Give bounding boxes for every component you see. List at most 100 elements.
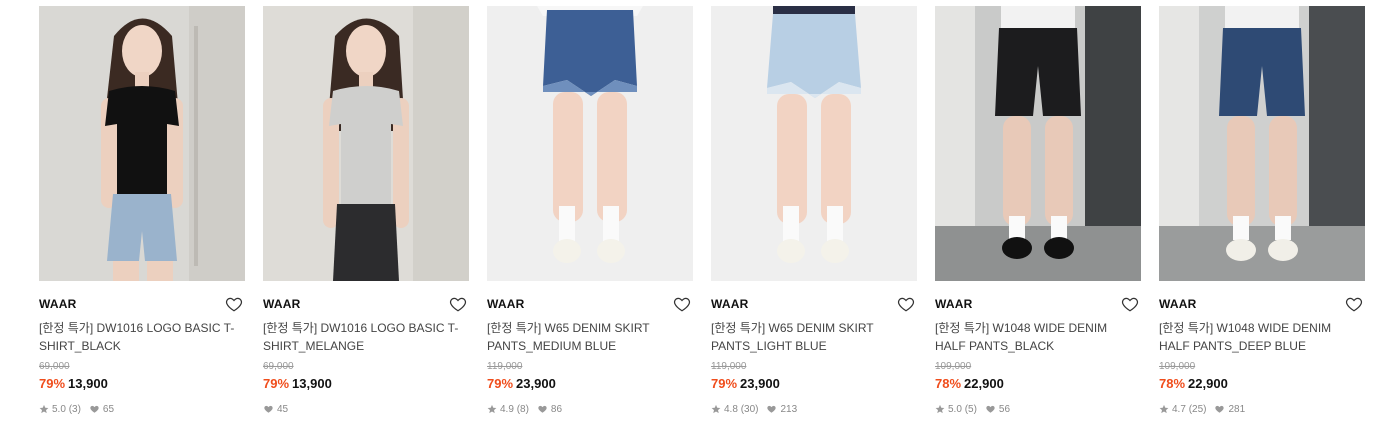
- original-price: 69,000: [263, 361, 294, 372]
- review-count: (30): [740, 403, 759, 415]
- star-icon: [711, 404, 721, 414]
- product-card[interactable]: WAAR [한정 특가] W65 DENIM SKIRT PANTS_MEDIU…: [487, 6, 693, 416]
- original-price: 69,000: [39, 361, 70, 372]
- product-image[interactable]: [263, 6, 469, 281]
- product-stats: 5.0 (3) 65: [39, 402, 245, 416]
- like-count: 65: [102, 403, 115, 415]
- brand-name[interactable]: WAAR: [487, 297, 524, 311]
- product-stats: 45: [263, 402, 469, 416]
- likes: 45: [263, 404, 288, 415]
- original-price: 109,000: [935, 361, 972, 372]
- brand-name[interactable]: WAAR: [1159, 297, 1196, 311]
- rating: 5.0 (5): [935, 404, 977, 415]
- star-icon: [1159, 404, 1169, 414]
- review-count: (25): [1188, 403, 1207, 415]
- sale-price: 22,900: [1188, 376, 1228, 391]
- discount-rate: 79%: [711, 376, 738, 391]
- product-stats: 4.7 (25) 281: [1159, 402, 1365, 416]
- star-icon: [935, 404, 945, 414]
- likes: 86: [537, 404, 562, 415]
- product-title[interactable]: [한정 특가] W1048 WIDE DENIM HALF PANTS_BLAC…: [935, 319, 1141, 355]
- price-line: 79% 13,900: [39, 376, 245, 394]
- product-image[interactable]: [1159, 6, 1365, 281]
- heart-filled-icon: [767, 405, 777, 413]
- sale-price: 13,900: [68, 376, 108, 391]
- rating: 4.7 (25): [1159, 404, 1206, 415]
- product-card[interactable]: WAAR [한정 특가] W65 DENIM SKIRT PANTS_LIGHT…: [711, 6, 917, 416]
- sale-price: 13,900: [292, 376, 332, 391]
- like-count: 86: [550, 403, 563, 415]
- product-stats: 4.8 (30) 213: [711, 402, 917, 416]
- rating: 4.9 (8): [487, 404, 529, 415]
- product-stats: 4.9 (8) 86: [487, 402, 693, 416]
- price-line: 78% 22,900: [935, 376, 1141, 394]
- discount-rate: 79%: [487, 376, 514, 391]
- heart-filled-icon: [264, 405, 273, 413]
- brand-name[interactable]: WAAR: [263, 297, 300, 311]
- like-count: 56: [998, 403, 1011, 415]
- product-image[interactable]: [711, 6, 917, 281]
- review-count: (5): [964, 403, 977, 415]
- heart-filled-icon: [1215, 405, 1225, 413]
- star-icon: [39, 404, 49, 414]
- product-title[interactable]: [한정 특가] W65 DENIM SKIRT PANTS_MEDIUM BLU…: [487, 319, 693, 355]
- price-line: 79% 23,900: [711, 376, 917, 394]
- product-title[interactable]: [한정 특가] DW1016 LOGO BASIC T-SHIRT_BLACK: [39, 319, 245, 355]
- original-price: 109,000: [1159, 361, 1196, 372]
- product-card[interactable]: WAAR [한정 특가] DW1016 LOGO BASIC T-SHIRT_M…: [263, 6, 469, 416]
- price-line: 79% 13,900: [263, 376, 469, 394]
- product-photo: [487, 6, 693, 281]
- product-grid: WAAR [한정 특가] DW1016 LOGO BASIC T-SHIRT_B…: [39, 6, 1365, 416]
- review-count: (8): [516, 403, 529, 415]
- discount-rate: 79%: [39, 376, 66, 391]
- likes: 281: [1214, 404, 1245, 415]
- brand-name[interactable]: WAAR: [935, 297, 972, 311]
- like-count: 281: [1228, 403, 1246, 415]
- rating: 4.8 (30): [711, 404, 758, 415]
- brand-name[interactable]: WAAR: [711, 297, 748, 311]
- heart-icon[interactable]: [1345, 295, 1363, 313]
- product-photo: [711, 6, 917, 281]
- product-photo: [935, 6, 1141, 281]
- discount-rate: 78%: [935, 376, 962, 391]
- discount-rate: 78%: [1159, 376, 1186, 391]
- product-image[interactable]: [935, 6, 1141, 281]
- product-photo: [39, 6, 245, 281]
- sale-price: 22,900: [964, 376, 1004, 391]
- discount-rate: 79%: [263, 376, 290, 391]
- heart-filled-icon: [538, 405, 547, 413]
- heart-icon[interactable]: [449, 295, 467, 313]
- rating-value: 5.0: [52, 403, 66, 415]
- price-line: 79% 23,900: [487, 376, 693, 394]
- price-line: 78% 22,900: [1159, 376, 1365, 394]
- product-title[interactable]: [한정 특가] DW1016 LOGO BASIC T-SHIRT_MELANG…: [263, 319, 469, 355]
- product-title[interactable]: [한정 특가] W65 DENIM SKIRT PANTS_LIGHT BLUE: [711, 319, 917, 355]
- product-photo: [263, 6, 469, 281]
- likes: 65: [89, 404, 114, 415]
- heart-icon[interactable]: [225, 295, 243, 313]
- original-price: 119,000: [487, 361, 523, 372]
- product-card[interactable]: WAAR [한정 특가] W1048 WIDE DENIM HALF PANTS…: [935, 6, 1141, 416]
- review-count: (3): [68, 403, 81, 415]
- rating: 5.0 (3): [39, 404, 81, 415]
- product-title[interactable]: [한정 특가] W1048 WIDE DENIM HALF PANTS_DEEP…: [1159, 319, 1365, 355]
- heart-icon[interactable]: [1121, 295, 1139, 313]
- product-stats: 5.0 (5) 56: [935, 402, 1141, 416]
- original-price: 119,000: [711, 361, 747, 372]
- rating-value: 4.8: [724, 403, 738, 415]
- product-card[interactable]: WAAR [한정 특가] DW1016 LOGO BASIC T-SHIRT_B…: [39, 6, 245, 416]
- heart-icon[interactable]: [673, 295, 691, 313]
- product-image[interactable]: [39, 6, 245, 281]
- like-count: 213: [780, 403, 798, 415]
- sale-price: 23,900: [740, 376, 780, 391]
- product-image[interactable]: [487, 6, 693, 281]
- rating-value: 5.0: [948, 403, 962, 415]
- likes: 56: [985, 404, 1010, 415]
- like-count: 45: [277, 403, 289, 415]
- heart-icon[interactable]: [897, 295, 915, 313]
- brand-name[interactable]: WAAR: [39, 297, 76, 311]
- heart-filled-icon: [986, 405, 995, 413]
- rating-value: 4.7: [1172, 403, 1186, 415]
- likes: 213: [766, 404, 797, 415]
- product-card[interactable]: WAAR [한정 특가] W1048 WIDE DENIM HALF PANTS…: [1159, 6, 1365, 416]
